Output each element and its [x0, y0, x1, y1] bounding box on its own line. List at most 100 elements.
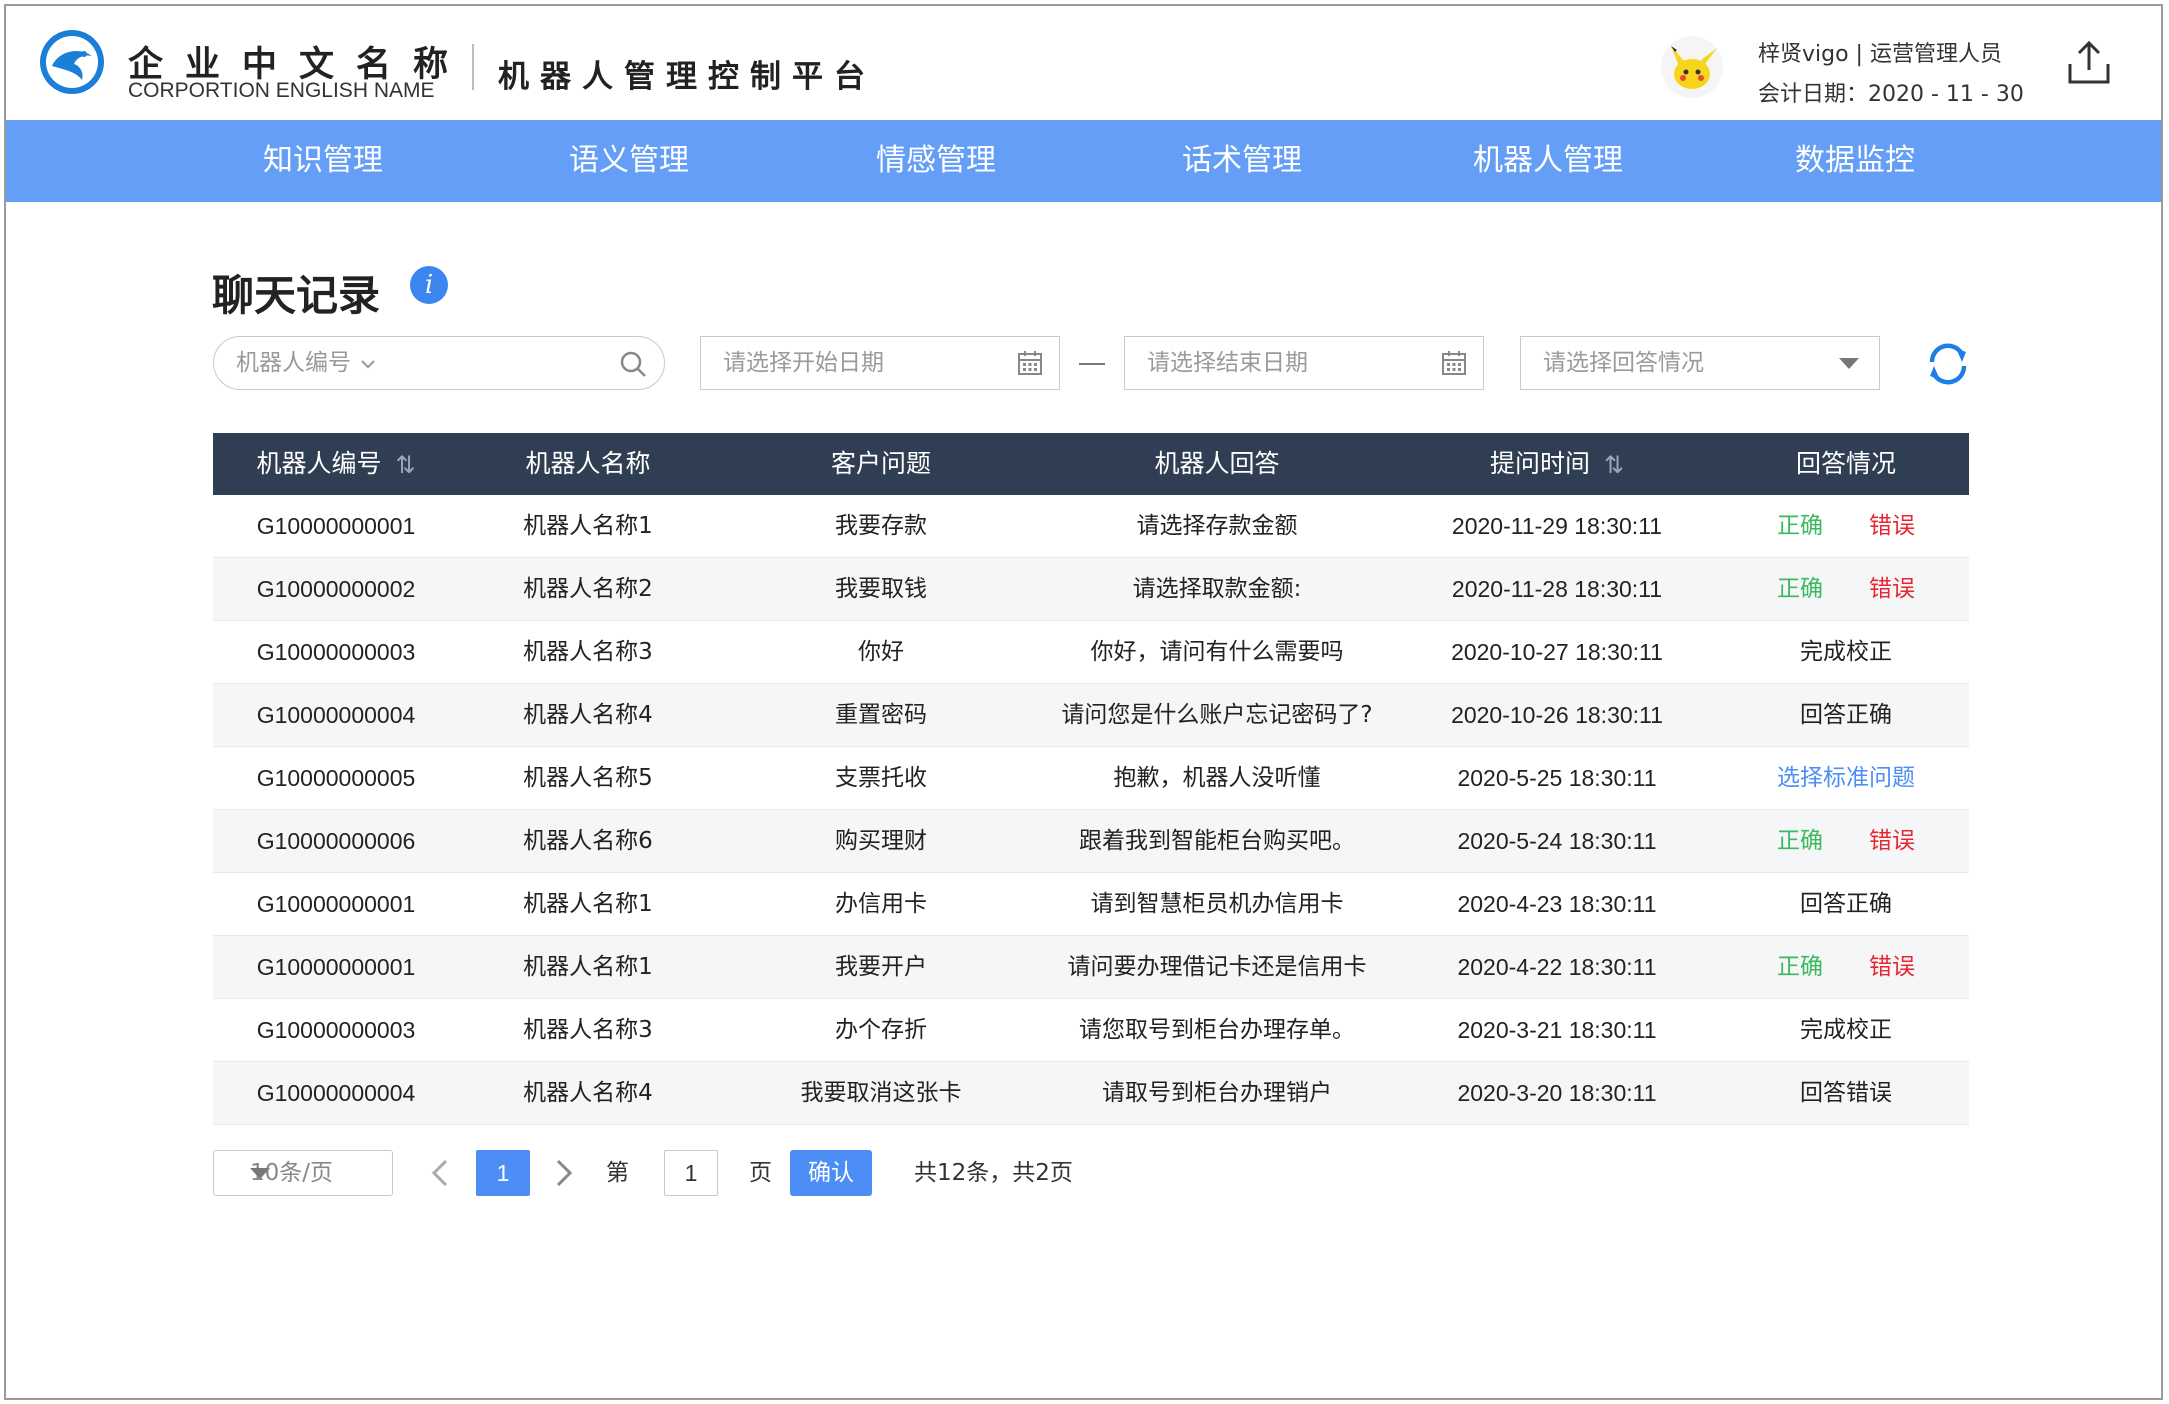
cell-answer: 请问要办理借记卡还是信用卡 — [1067, 954, 1367, 980]
cell-status: 正确 错误 — [1777, 558, 1915, 621]
calendar-icon — [1442, 351, 1466, 375]
table-row: G10000000006 机器人名称6 购买理财 跟着我到智能柜台购买吧。 2020-5… — [213, 810, 1969, 873]
sort-icon[interactable]: ⇅ — [1604, 434, 1624, 496]
cell-robot-id: G10000000006 — [256, 828, 416, 854]
robot-id-search[interactable]: 机器人编号 — [213, 336, 665, 390]
cell-robot-id: G10000000004 — [256, 702, 416, 728]
company-name-en: CORPORTION ENGLISH NAME — [128, 79, 435, 102]
cell-answer: 请取号到柜台办理销户 — [1102, 1080, 1332, 1106]
select-standard-question-link[interactable]: 选择标准问题 — [1777, 747, 1915, 810]
end-date-picker[interactable]: 请选择结束日期 — [1124, 336, 1484, 390]
nav-item-emotion[interactable]: 情感管理 — [876, 120, 996, 202]
nav-item-monitor[interactable]: 数据监控 — [1795, 120, 1915, 202]
cell-answer: 请问您是什么账户忘记密码了? — [1061, 702, 1373, 728]
answer-status-select[interactable]: 请选择回答情况 — [1520, 336, 1880, 390]
cell-robot-id: G10000000005 — [256, 765, 416, 791]
caret-down-icon — [250, 1168, 270, 1179]
search-icon[interactable] — [618, 349, 648, 379]
cell-time: 2020-4-23 18:30:11 — [1457, 891, 1657, 917]
nav-item-knowledge[interactable]: 知识管理 — [263, 120, 383, 202]
info-icon[interactable]: i — [410, 266, 448, 304]
mark-correct-link[interactable]: 正确 — [1777, 954, 1823, 980]
header-divider — [472, 44, 474, 90]
end-date-placeholder: 请选择结束日期 — [1147, 350, 1308, 376]
col-header-answer: 机器人回答 — [1154, 449, 1280, 478]
sort-icon[interactable]: ⇅ — [395, 434, 415, 496]
cell-robot-name: 机器人名称2 — [523, 576, 653, 602]
cell-time: 2020-4-22 18:30:11 — [1457, 954, 1657, 980]
cell-question: 支票托收 — [835, 765, 927, 791]
cell-question: 我要开户 — [835, 954, 927, 980]
col-header-time[interactable]: 提问时间 ⇅ — [1490, 433, 1624, 495]
cell-robot-name: 机器人名称6 — [523, 828, 653, 854]
goto-label-ye: 页 — [749, 1160, 772, 1186]
pagination-summary: 共12条，共2页 — [914, 1160, 1073, 1186]
cell-status: 回答正确 — [1800, 702, 1892, 728]
avatar[interactable] — [1661, 36, 1723, 98]
cell-time: 2020-3-20 18:30:11 — [1457, 1080, 1657, 1106]
user-info: 梓贤vigo | 运营管理人员 — [1758, 42, 2002, 67]
cell-question: 办信用卡 — [835, 891, 927, 917]
answer-status-placeholder: 请选择回答情况 — [1543, 350, 1704, 376]
cell-question: 购买理财 — [835, 828, 927, 854]
confirm-button[interactable]: 确认 — [790, 1150, 872, 1196]
platform-title: 机器人管理控制平台 — [498, 59, 876, 95]
cell-answer: 你好，请问有什么需要吗 — [1090, 639, 1344, 665]
goto-label-di: 第 — [606, 1160, 629, 1186]
table-row: G10000000001 机器人名称1 我要存款 请选择存款金额 2020-11-29 … — [213, 495, 1969, 558]
table-row: G10000000005 机器人名称5 支票托收 抱歉，机器人没听懂 2020-5-25… — [213, 747, 1969, 810]
table-row: G10000000004 机器人名称4 重置密码 请问您是什么账户忘记密码了? 2020… — [213, 684, 1969, 747]
mark-wrong-link[interactable]: 错误 — [1869, 828, 1915, 854]
cell-robot-name: 机器人名称5 — [523, 765, 653, 791]
app-window: 企业中文名称 CORPORTION ENGLISH NAME 机器人管理控制平台… — [4, 4, 2163, 1400]
cell-robot-name: 机器人名称1 — [523, 891, 653, 917]
start-date-picker[interactable]: 请选择开始日期 — [700, 336, 1060, 390]
table-row: G10000000001 机器人名称1 我要开户 请问要办理借记卡还是信用卡 2020-… — [213, 936, 1969, 999]
top-header: 企业中文名称 CORPORTION ENGLISH NAME 机器人管理控制平台… — [6, 6, 2161, 120]
robot-id-placeholder: 机器人编号 — [236, 337, 376, 389]
cell-robot-name: 机器人名称3 — [523, 1017, 653, 1043]
table-row: G10000000003 机器人名称3 办个存折 请您取号到柜台办理存单。 2020-3… — [213, 999, 1969, 1062]
cell-answer: 请到智慧柜员机办信用卡 — [1090, 891, 1344, 917]
mark-correct-link[interactable]: 正确 — [1777, 513, 1823, 539]
refresh-icon[interactable] — [1924, 340, 1972, 388]
prev-page-icon[interactable] — [424, 1150, 454, 1196]
mark-wrong-link[interactable]: 错误 — [1869, 513, 1915, 539]
cell-robot-id: G10000000001 — [256, 513, 416, 539]
col-header-question: 客户问题 — [830, 449, 932, 478]
col-header-robot-name: 机器人名称 — [525, 449, 651, 478]
mark-wrong-link[interactable]: 错误 — [1869, 954, 1915, 980]
nav-item-semantic[interactable]: 语义管理 — [569, 120, 689, 202]
col-header-robot-id[interactable]: 机器人编号 ⇅ — [256, 433, 415, 495]
next-page-icon[interactable] — [550, 1150, 580, 1196]
accounting-date: 会计日期：2020 - 11 - 30 — [1758, 82, 2024, 107]
cell-time: 2020-11-28 18:30:11 — [1451, 576, 1663, 602]
page-number-current[interactable]: 1 — [476, 1150, 530, 1196]
cell-question: 我要取消这张卡 — [800, 1080, 962, 1106]
mark-wrong-link[interactable]: 错误 — [1869, 576, 1915, 602]
cell-robot-name: 机器人名称4 — [523, 702, 653, 728]
calendar-icon — [1018, 351, 1042, 375]
cell-answer: 抱歉，机器人没听懂 — [1113, 765, 1321, 791]
goto-page-input[interactable]: 1 — [664, 1150, 718, 1196]
nav-item-script[interactable]: 话术管理 — [1182, 120, 1302, 202]
export-icon[interactable] — [2066, 40, 2112, 86]
page-title: 聊天记录 — [212, 271, 381, 320]
cell-status: 正确 错误 — [1777, 810, 1915, 873]
mark-correct-link[interactable]: 正确 — [1777, 828, 1823, 854]
table-row: G10000000002 机器人名称2 我要取钱 请选择取款金额: 2020-11-28… — [213, 558, 1969, 621]
col-header-status: 回答情况 — [1795, 449, 1897, 478]
cell-robot-id: G10000000003 — [256, 1017, 416, 1043]
cell-time: 2020-11-29 18:30:11 — [1451, 513, 1663, 539]
mark-correct-link[interactable]: 正确 — [1777, 576, 1823, 602]
cell-robot-name: 机器人名称3 — [523, 639, 653, 665]
cell-question: 我要取钱 — [835, 576, 927, 602]
chevron-down-icon — [361, 359, 376, 368]
cell-answer: 请选择取款金额: — [1132, 576, 1302, 602]
page-size-select[interactable]: 10条/页 — [213, 1150, 393, 1196]
main-nav: 知识管理 语义管理 情感管理 话术管理 机器人管理 数据监控 — [6, 120, 2161, 202]
cell-robot-id: G10000000001 — [256, 891, 416, 917]
table-row: G10000000001 机器人名称1 办信用卡 请到智慧柜员机办信用卡 2020-4-… — [213, 873, 1969, 936]
cell-time: 2020-5-25 18:30:11 — [1457, 765, 1657, 791]
nav-item-robot[interactable]: 机器人管理 — [1473, 120, 1623, 202]
